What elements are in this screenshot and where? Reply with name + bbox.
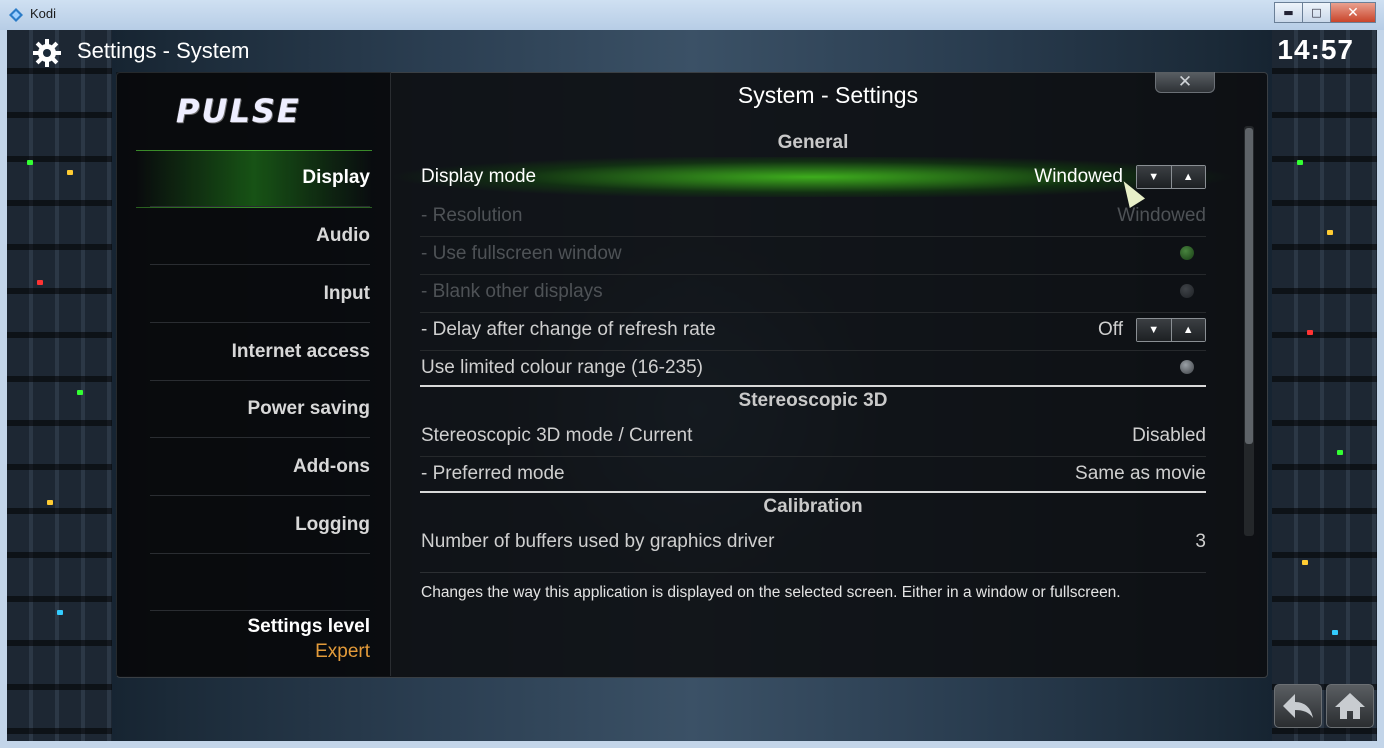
setting-blank-other-displays: - Blank other displays [420,275,1206,311]
home-button[interactable] [1326,684,1374,728]
sidebar-divider [150,206,370,207]
setting-label: - Delay after change of refresh rate [421,319,716,340]
setting-value: Disabled [1132,425,1206,446]
radio-toggle [1180,284,1194,298]
sidebar-item-display[interactable]: Display [302,167,370,189]
settings-level-button[interactable]: Settings level [248,616,371,638]
window-border-left [0,30,7,748]
radio-toggle [1180,246,1194,260]
description-divider [420,572,1206,573]
setting-label: - Preferred mode [421,463,565,484]
display-mode-spinner: ▼ ▲ [1136,165,1206,189]
radio-toggle[interactable] [1180,360,1194,374]
sidebar-divider [150,610,370,611]
server-rack-left [7,30,112,741]
sidebar-divider [150,264,370,265]
header-title: Settings [77,38,157,63]
rack-led [1297,160,1303,165]
setting-value: Windowed [1034,166,1123,187]
back-button[interactable] [1274,684,1322,728]
setting-label: Number of buffers used by graphics drive… [421,531,775,552]
page-title: Settings - System [77,38,249,64]
scrollbar-thumb[interactable] [1245,128,1253,444]
server-rack-right [1272,30,1377,741]
window-titlebar: Kodi ▬ □ ✕ [0,0,1384,31]
rack-led [37,280,43,285]
setting-label: Display mode [421,166,537,187]
dialog-close-button[interactable]: ✕ [1155,72,1215,93]
setting-use-fullscreen-window: - Use fullscreen window [420,237,1206,273]
window-close-button[interactable]: ✕ [1330,2,1376,23]
window-title: Kodi [30,6,57,21]
refresh-delay-spinner: ▼ ▲ [1136,318,1206,342]
setting-description: Changes the way this application is disp… [421,584,1121,601]
pulse-logo: PULSE [176,92,301,130]
rack-led [1332,630,1338,635]
section-general: General [777,132,849,153]
window-border-bottom [0,741,1384,748]
setting-label: Stereoscopic 3D mode / Current [421,425,693,446]
section-stereoscopic-3d: Stereoscopic 3D [738,390,888,411]
sidebar-item-power-saving[interactable]: Power saving [248,398,371,420]
setting-label: Use limited colour range (16-235) [421,357,703,378]
settings-scrollbar[interactable] [1244,126,1254,536]
setting-resolution: - Resolution Windowed [420,199,1206,235]
maximize-button[interactable]: □ [1302,2,1331,23]
spinner-down-button[interactable]: ▼ [1137,319,1171,341]
spinner-up-button[interactable]: ▲ [1170,166,1205,188]
dialog-title: System - Settings [737,82,919,108]
window-border-right [1377,30,1384,748]
gear-icon [33,39,61,67]
section-divider [420,385,1206,387]
rack-led [1337,450,1343,455]
header-subtitle: - System [162,38,250,63]
spinner-up-button[interactable]: ▲ [1170,319,1205,341]
setting-label: - Resolution [421,205,523,226]
kodi-app-icon [9,8,23,22]
setting-stereoscopic-mode[interactable]: Stereoscopic 3D mode / Current Disabled [420,419,1206,455]
section-calibration: Calibration [763,496,863,517]
spinner-down-button[interactable]: ▼ [1137,166,1171,188]
setting-value: 3 [1195,531,1206,552]
setting-value: Same as movie [1075,463,1206,484]
setting-label: - Blank other displays [421,281,603,302]
rack-led [77,390,83,395]
setting-label: - Use fullscreen window [421,243,622,264]
sidebar-divider [150,437,370,438]
sidebar-item-internet-access[interactable]: Internet access [232,341,370,363]
setting-value: Off [1098,319,1123,340]
home-icon [1335,693,1365,719]
clock: 14:57 [1277,34,1354,65]
sidebar-divider [150,322,370,323]
rack-led [1307,330,1313,335]
back-arrow-icon [1283,694,1313,718]
sidebar-item-input[interactable]: Input [324,283,370,305]
sidebar-item-audio[interactable]: Audio [316,225,370,247]
settings-level-value: Expert [315,641,370,662]
rack-led [27,160,33,165]
sidebar-divider [150,380,370,381]
setting-preferred-mode[interactable]: - Preferred mode Same as movie [420,457,1206,493]
setting-display-mode[interactable]: Display mode Windowed ▼ ▲ [420,160,1206,196]
sidebar-item-logging[interactable]: Logging [295,514,370,536]
rack-led [1302,560,1308,565]
rack-led [67,170,73,175]
rack-led [47,500,53,505]
setting-delay-refresh-rate[interactable]: - Delay after change of refresh rate Off… [420,313,1206,349]
setting-limited-colour-range[interactable]: Use limited colour range (16-235) [420,351,1206,387]
minimize-button[interactable]: ▬ [1274,2,1303,23]
section-divider [420,491,1206,493]
sidebar-divider [150,495,370,496]
sidebar-item-add-ons[interactable]: Add-ons [293,456,370,478]
sidebar-divider [150,553,370,554]
rack-led [1327,230,1333,235]
setting-graphics-buffers[interactable]: Number of buffers used by graphics drive… [420,525,1206,561]
setting-value: Windowed [1117,205,1206,226]
rack-led [57,610,63,615]
